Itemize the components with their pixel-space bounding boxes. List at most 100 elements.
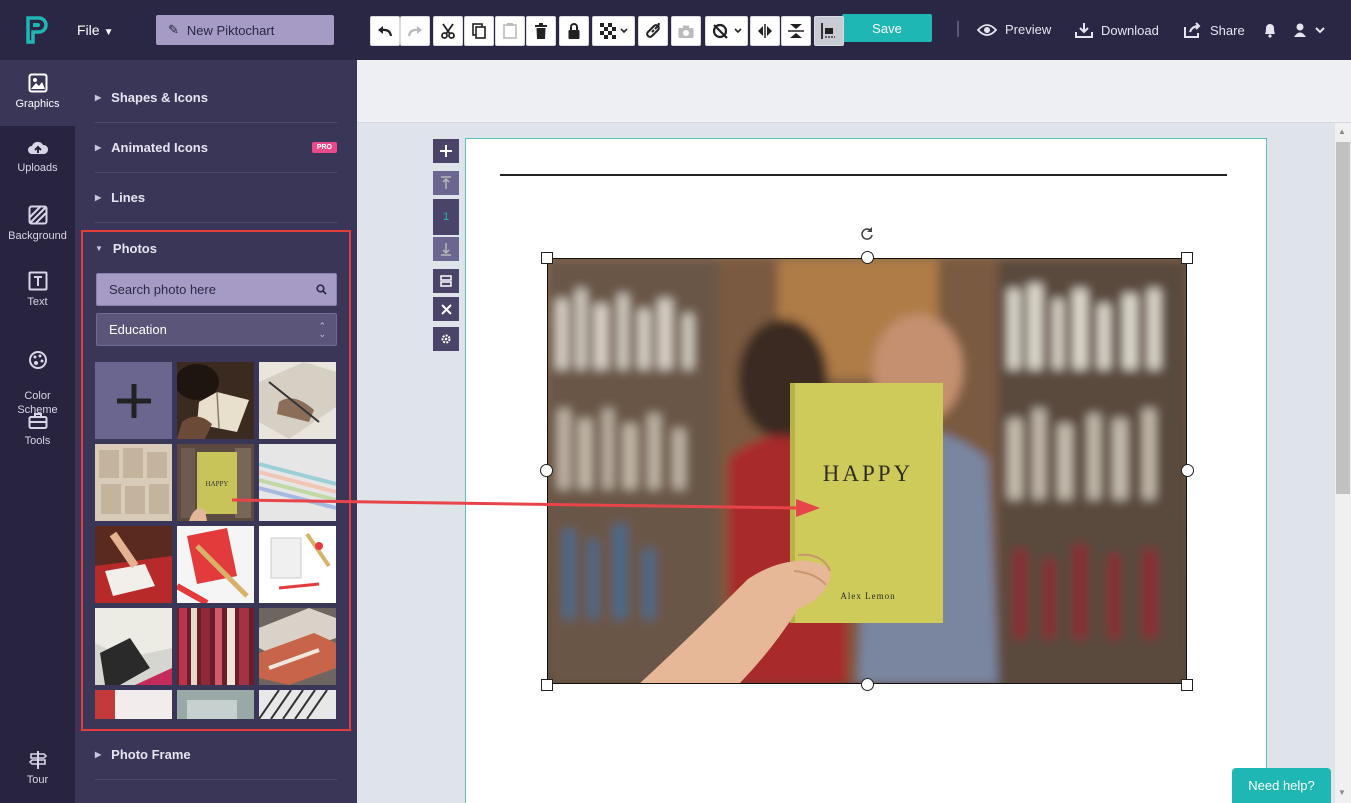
copy-button[interactable] (464, 16, 494, 46)
cut-button[interactable] (433, 16, 463, 46)
move-block-down-button[interactable] (433, 237, 459, 261)
delete-button[interactable] (526, 16, 556, 46)
scroll-down-arrow-icon[interactable]: ▼ (1338, 788, 1346, 797)
arrow-up-icon (441, 176, 451, 189)
photo-thumb-happy-book[interactable]: HAPPY (177, 444, 254, 521)
rail-tour-label: Tour (26, 774, 49, 786)
chevron-down-icon (619, 28, 628, 34)
download-label: Download (1101, 22, 1159, 38)
writing-photo-image (259, 362, 336, 439)
photo-thumb-notebook[interactable] (95, 526, 172, 603)
search-placeholder: Search photo here (109, 282, 216, 297)
add-block-button[interactable] (433, 139, 459, 163)
rail-tour[interactable]: Tour (0, 748, 75, 798)
file-menu[interactable]: File ▼ (77, 22, 113, 38)
scroll-up-arrow-icon[interactable]: ▲ (1338, 127, 1346, 136)
file-menu-label: File (77, 22, 100, 38)
horizontal-line-element[interactable] (500, 174, 1227, 176)
resize-handle-top[interactable] (861, 251, 874, 264)
bell-icon (1265, 24, 1275, 38)
toolbox-icon (28, 413, 47, 429)
notebook-photo-image (95, 526, 172, 603)
photo-thumb-partial-3[interactable] (259, 690, 336, 719)
flip-vertical-button[interactable] (781, 16, 811, 46)
resize-handle-bottom-right[interactable] (1181, 679, 1193, 691)
transparency-dropdown[interactable] (592, 16, 635, 46)
rotate-icon[interactable] (860, 227, 874, 241)
share-button[interactable]: Share (1184, 22, 1245, 38)
photo-thumb-writing[interactable] (259, 362, 336, 439)
rail-graphics[interactable]: Graphics (0, 60, 75, 126)
photo-thumb-magazines[interactable] (259, 608, 336, 685)
scissors-icon (441, 23, 455, 39)
section-lines[interactable]: ▶ Lines (95, 173, 337, 223)
section-photo-frame[interactable]: ▶ Photo Frame (95, 730, 337, 780)
photo-thumb-stationery[interactable] (259, 526, 336, 603)
rail-uploads[interactable]: Uploads (0, 126, 75, 192)
mask-dropdown[interactable] (705, 16, 748, 46)
resize-handle-bottom[interactable] (861, 678, 874, 691)
camera-button[interactable] (671, 16, 701, 46)
resize-handle-right[interactable] (1181, 464, 1194, 477)
rail-tools[interactable]: Tools (0, 400, 75, 466)
photo-category-select[interactable]: Education ⌃ ⌄ (96, 313, 337, 346)
download-button[interactable]: Download (1075, 22, 1159, 38)
rail-background[interactable]: Background (0, 192, 75, 258)
selected-photo-element[interactable]: HAPPY Alex Lemon (547, 258, 1187, 684)
section-shapes-icons[interactable]: ▶ Shapes & Icons (95, 73, 337, 123)
photo-thumb-books-spines[interactable] (177, 608, 254, 685)
block-settings-button[interactable] (433, 327, 459, 351)
photo-thumb-pencils[interactable] (259, 444, 336, 521)
paste-button[interactable] (495, 16, 525, 46)
category-value: Education (109, 322, 167, 337)
palette-icon (28, 351, 47, 369)
align-left-icon (821, 23, 835, 39)
photo-thumb-partial-1[interactable] (95, 690, 172, 719)
checkerboard-icon (599, 23, 616, 39)
duplicate-block-button[interactable] (433, 269, 459, 293)
photo-thumb-pages[interactable] (95, 444, 172, 521)
scrollbar-thumb[interactable] (1336, 142, 1350, 494)
resize-handle-bottom-left[interactable] (541, 679, 553, 691)
stationery-photo-image (259, 526, 336, 603)
save-button[interactable]: Save (842, 14, 932, 42)
add-photo-button[interactable] (95, 362, 172, 439)
undo-icon (378, 26, 393, 37)
rail-text[interactable]: Text (0, 258, 75, 324)
photo-thumb-calculator[interactable] (95, 608, 172, 685)
rail-graphics-label: Graphics (15, 98, 60, 110)
need-help-button[interactable]: Need help? (1232, 768, 1331, 803)
section-animated-icons[interactable]: ▶ Animated Icons PRO (95, 123, 337, 173)
search-icon[interactable] (316, 284, 327, 295)
flip-horizontal-button[interactable] (750, 16, 780, 46)
rail-color-scheme[interactable]: Color Scheme (0, 324, 75, 416)
user-menu[interactable] (1293, 22, 1327, 38)
undo-button[interactable] (370, 16, 400, 46)
notifications-button[interactable] (1263, 22, 1277, 43)
delete-block-button[interactable] (433, 297, 459, 321)
preview-label: Preview (1005, 22, 1052, 37)
download-icon (1075, 23, 1093, 38)
lock-icon (568, 23, 580, 39)
photo-thumb-red-folder[interactable] (177, 526, 254, 603)
photo-thumb-partial-2[interactable] (177, 690, 254, 719)
document-title-field[interactable]: ✎ New Piktochart (156, 15, 334, 45)
calculator-photo-image (95, 608, 172, 685)
photo-thumb-bible[interactable] (177, 362, 254, 439)
resize-handle-left[interactable] (540, 464, 553, 477)
caret-right-icon: ▶ (95, 750, 102, 759)
lock-button[interactable] (559, 16, 589, 46)
red-folder-photo-image (177, 526, 254, 603)
move-block-up-button[interactable] (433, 171, 459, 195)
align-button[interactable] (814, 16, 844, 46)
redo-button[interactable] (400, 16, 430, 46)
eye-icon (977, 23, 997, 36)
rail-uploads-label: Uploads (17, 162, 58, 174)
resize-handle-top-left[interactable] (541, 252, 553, 264)
resize-handle-top-right[interactable] (1181, 252, 1193, 264)
rail-tools-label: Tools (24, 435, 51, 447)
piktochart-logo-icon[interactable] (24, 16, 48, 44)
link-button[interactable] (638, 16, 668, 46)
photo-search-input[interactable]: Search photo here (96, 273, 337, 306)
preview-button[interactable]: Preview (977, 22, 1051, 37)
